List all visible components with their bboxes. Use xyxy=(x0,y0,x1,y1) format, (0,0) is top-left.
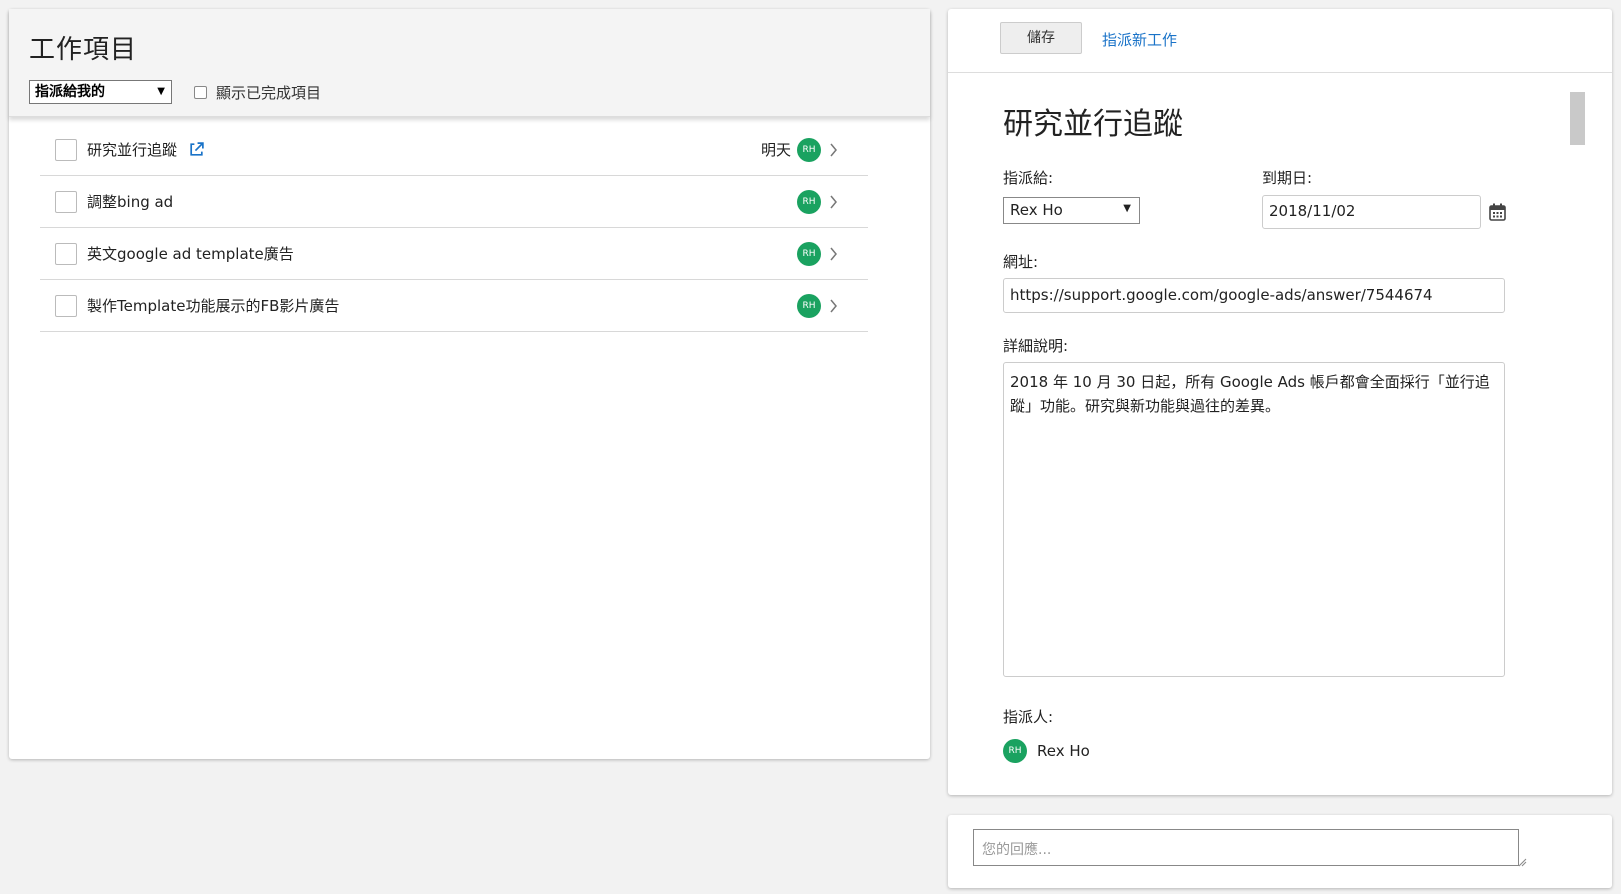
filter-row: 指派給我的 ▼ 顯示已完成項目 xyxy=(29,80,910,104)
task-row[interactable]: 研究並行追蹤 明天 RH xyxy=(40,124,868,176)
task-list: 研究並行追蹤 明天 RH 調整bing ad RH 英文google ad te… xyxy=(9,117,930,332)
assign-due-row: 指派給: Rex Ho ▼ 到期日: 2018/11/02 xyxy=(1003,167,1612,229)
url-field: 網址: https://support.google.com/google-ad… xyxy=(1003,251,1612,313)
chevron-right-icon[interactable] xyxy=(829,143,838,157)
chevron-right-icon[interactable] xyxy=(829,195,838,209)
due-date-wrap: 2018/11/02 xyxy=(1262,195,1522,229)
url-label: 網址: xyxy=(1003,253,1039,271)
assigner-name: Rex Ho xyxy=(1037,742,1090,760)
dropdown-arrow-icon: ▼ xyxy=(157,86,165,97)
task-row[interactable]: 英文google ad template廣告 RH xyxy=(40,228,868,280)
reply-panel: 您的回應... xyxy=(948,815,1612,888)
chevron-right-icon[interactable] xyxy=(829,247,838,261)
assign-new-task-link[interactable]: 指派新工作 xyxy=(1102,29,1177,50)
due-date-label: 到期日: xyxy=(1262,169,1313,187)
url-input[interactable]: https://support.google.com/google-ads/an… xyxy=(1003,278,1505,313)
task-row[interactable]: 調整bing ad RH xyxy=(40,176,868,228)
show-completed-checkbox[interactable] xyxy=(194,85,207,99)
due-date-field: 到期日: 2018/11/02 xyxy=(1262,167,1522,229)
avatar: RH xyxy=(797,241,821,266)
task-row[interactable]: 製作Template功能展示的FB影片廣告 RH xyxy=(40,280,868,332)
description-field: 詳細說明: 2018 年 10 月 30 日起，所有 Google Ads 帳戶… xyxy=(1003,335,1612,677)
calendar-icon[interactable] xyxy=(1489,203,1506,221)
external-link-icon[interactable] xyxy=(188,141,205,158)
assigner-field: 指派人: RH Rex Ho xyxy=(1003,706,1612,763)
detail-toolbar: 儲存 指派新工作 xyxy=(948,9,1612,73)
task-meta: RH xyxy=(797,280,838,331)
assignee-field: 指派給: Rex Ho ▼ xyxy=(1003,167,1262,229)
resize-grip-icon[interactable] xyxy=(1518,858,1527,867)
assigner: RH Rex Ho xyxy=(1003,739,1612,763)
filter-select[interactable]: 指派給我的 ▼ xyxy=(29,80,172,104)
task-checkbox[interactable] xyxy=(55,242,77,265)
show-completed-label: 顯示已完成項目 xyxy=(216,83,322,102)
task-checkbox[interactable] xyxy=(55,190,77,213)
reply-input[interactable]: 您的回應... xyxy=(973,829,1519,866)
avatar: RH xyxy=(1003,739,1027,763)
task-title: 研究並行追蹤 xyxy=(87,141,178,159)
tasks-panel: 工作項目 指派給我的 ▼ 顯示已完成項目 研究並行追蹤 明天 RH 調整bing… xyxy=(9,9,930,759)
task-detail-title: 研究並行追蹤 xyxy=(1003,107,1183,142)
task-checkbox[interactable] xyxy=(55,294,77,317)
save-button[interactable]: 儲存 xyxy=(1000,22,1082,54)
task-meta: 明天 RH xyxy=(761,124,838,175)
assignee-select-value: Rex Ho xyxy=(1010,201,1063,219)
due-date-input[interactable]: 2018/11/02 xyxy=(1262,195,1481,229)
description-label: 詳細說明: xyxy=(1003,337,1069,355)
show-completed-toggle[interactable]: 顯示已完成項目 xyxy=(194,82,321,103)
task-title: 調整bing ad xyxy=(87,193,174,211)
task-checkbox[interactable] xyxy=(55,138,77,161)
task-meta: RH xyxy=(797,176,838,227)
task-title: 英文google ad template廣告 xyxy=(87,245,294,263)
task-detail-panel: 儲存 指派新工作 研究並行追蹤 指派給: Rex Ho ▼ 到期日: 2018/… xyxy=(948,9,1612,795)
dropdown-arrow-icon: ▼ xyxy=(1123,203,1131,214)
description-textarea[interactable]: 2018 年 10 月 30 日起，所有 Google Ads 帳戶都會全面採行… xyxy=(1003,362,1505,677)
chevron-right-icon[interactable] xyxy=(829,299,838,313)
avatar: RH xyxy=(797,137,821,162)
assignee-label: 指派給: xyxy=(1003,169,1054,187)
assigner-label: 指派人: xyxy=(1003,708,1054,726)
assignee-select[interactable]: Rex Ho ▼ xyxy=(1003,197,1140,224)
avatar: RH xyxy=(797,189,821,214)
task-meta: RH xyxy=(797,228,838,279)
detail-form: 研究並行追蹤 指派給: Rex Ho ▼ 到期日: 2018/11/02 網址:… xyxy=(948,73,1612,763)
tasks-header: 工作項目 指派給我的 ▼ 顯示已完成項目 xyxy=(9,9,930,117)
filter-select-value: 指派給我的 xyxy=(35,84,105,100)
task-due: 明天 xyxy=(760,141,791,159)
task-title: 製作Template功能展示的FB影片廣告 xyxy=(87,297,340,315)
avatar: RH xyxy=(797,293,821,318)
page-title: 工作項目 xyxy=(29,35,138,65)
